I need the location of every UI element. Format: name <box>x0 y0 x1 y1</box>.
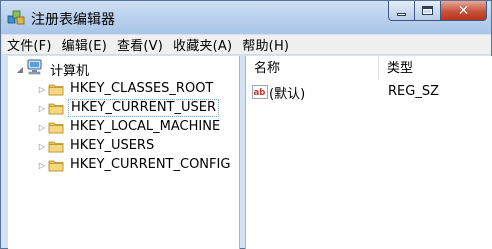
menu-edit[interactable]: 编辑(E) <box>62 35 107 54</box>
close-button[interactable]: ✕ <box>441 1 487 21</box>
close-icon: ✕ <box>457 2 470 19</box>
list-header: 名称 类型 <box>246 56 492 80</box>
menu-file[interactable]: 文件(F) <box>7 35 52 54</box>
minimize-icon <box>397 12 406 16</box>
title-bar[interactable]: 注册表编辑器 ✕ <box>1 1 491 34</box>
tree-item-hkey-classes-root[interactable]: ▷ HKEY_CLASSES_ROOT <box>36 80 215 98</box>
tree-root-label: 计算机 <box>50 63 90 79</box>
string-value-icon: ab <box>252 85 268 99</box>
column-header-name[interactable]: 名称 <box>246 56 379 80</box>
tree-item-hkey-users[interactable]: ▷ HKEY_USERS <box>36 137 156 155</box>
maximize-button[interactable] <box>415 1 441 21</box>
tree-item-label: HKEY_CURRENT_CONFIG <box>70 157 231 172</box>
expand-arrow-icon[interactable]: ▷ <box>36 140 48 152</box>
registry-editor-icon <box>7 9 25 26</box>
registry-editor-window: 注册表编辑器 ✕ 文件(F) 编辑(E) 查看(V) 收藏夹(A) 帮助(H) … <box>0 0 492 249</box>
value-list-pane[interactable]: 名称 类型 ab (默认) REG_SZ <box>245 56 492 249</box>
maximize-icon <box>422 6 433 15</box>
expand-arrow-icon[interactable]: ▷ <box>36 159 48 171</box>
menu-bar: 文件(F) 编辑(E) 查看(V) 收藏夹(A) 帮助(H) <box>2 35 491 55</box>
key-tree-pane[interactable]: ◢ 计算机 ▷ HKEY_CLASSES_ROOT ▷ HKEY_CURRENT… <box>8 56 240 249</box>
menu-view[interactable]: 查看(V) <box>117 35 163 54</box>
value-type: REG_SZ <box>388 84 439 99</box>
computer-icon <box>26 59 44 79</box>
expand-arrow-icon[interactable]: ▷ <box>36 121 48 133</box>
folder-icon <box>48 139 64 153</box>
menu-favorites[interactable]: 收藏夹(A) <box>173 35 232 54</box>
window-title: 注册表编辑器 <box>31 12 115 28</box>
folder-icon <box>48 158 64 172</box>
tree-item-label: HKEY_CLASSES_ROOT <box>70 81 214 96</box>
column-header-type[interactable]: 类型 <box>379 56 492 80</box>
svg-text:ab: ab <box>254 88 266 98</box>
folder-icon <box>48 101 64 115</box>
tree-item-hkey-current-user[interactable]: ▷ HKEY_CURRENT_USER <box>36 99 220 117</box>
tree-item-hkey-current-config[interactable]: ▷ HKEY_CURRENT_CONFIG <box>36 156 232 174</box>
folder-icon <box>48 82 64 96</box>
tree-item-computer[interactable]: ◢ 计算机 <box>14 59 90 79</box>
list-item[interactable]: ab (默认) REG_SZ <box>252 83 439 102</box>
expand-arrow-icon[interactable]: ▷ <box>36 83 48 95</box>
tree-item-label: HKEY_USERS <box>70 138 155 153</box>
collapse-arrow-icon[interactable]: ◢ <box>14 63 26 75</box>
tree-item-label: HKEY_LOCAL_MACHINE <box>70 119 221 134</box>
tree-item-label: HKEY_CURRENT_USER <box>68 99 220 117</box>
window-controls: ✕ <box>388 1 487 21</box>
expand-arrow-icon[interactable]: ▷ <box>36 102 48 114</box>
tree-item-hkey-local-machine[interactable]: ▷ HKEY_LOCAL_MACHINE <box>36 118 222 136</box>
folder-icon <box>48 120 64 134</box>
value-name: (默认) <box>269 86 306 102</box>
minimize-button[interactable] <box>388 1 415 21</box>
menu-help[interactable]: 帮助(H) <box>242 35 289 54</box>
